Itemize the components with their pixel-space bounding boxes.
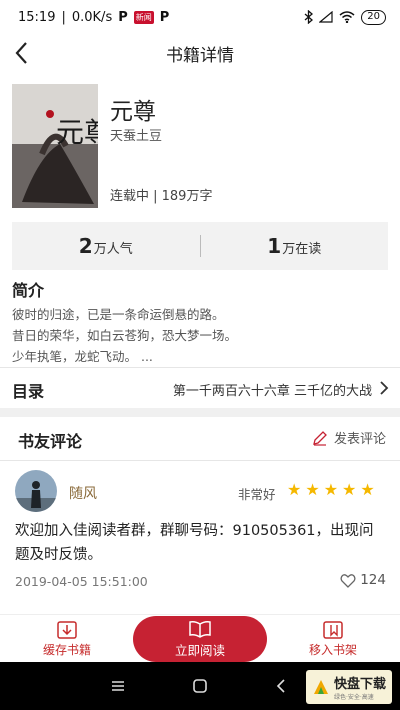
p-app-icon: P [118,9,128,25]
intro-line: 昔日的荣华，如白云苍狗，恐大梦一场。 [12,328,238,343]
signal-off-icon [319,11,333,23]
divider [0,460,400,461]
reading-label: 万在读 [282,242,322,257]
heart-icon [340,573,356,588]
rating-text: 非常好 [238,487,276,502]
watermark-icon [313,680,328,694]
stats-panel: 2万人气 1万在读 [12,222,388,270]
add-to-shelf-button[interactable]: 移入书架 [278,615,388,663]
write-review-button[interactable]: 发表评论 [312,428,386,447]
book-status: 连载中 | 189万字 [110,189,213,204]
top-bar: 书籍详情 [0,34,400,72]
chevron-right-icon [380,381,389,395]
reading-stat: 1万在读 [201,234,389,258]
write-review-label: 发表评论 [333,432,386,447]
cache-book-button[interactable]: 缓存书籍 [12,615,122,663]
watermark-text: 快盘下载 [333,677,386,692]
catalog-label: 目录 [12,382,45,401]
cache-book-label: 缓存书籍 [42,642,91,657]
reading-number: 1 [267,234,282,258]
book-author: 天蚕土豆 [110,129,163,144]
book-info: 元尊 元尊 天蚕土豆 连载中 | 189万字 [12,84,388,210]
read-now-label: 立即阅读 [174,642,225,658]
battery-icon: 20 [361,9,386,25]
star-rating: ★ ★ ★ ★ ★ [287,481,375,499]
home-icon[interactable] [190,676,210,696]
star-icon: ★ [305,480,320,499]
watermark-subtext: 绿色·安全·高速 [333,694,374,701]
menu-icon[interactable] [108,676,128,696]
catalog-row[interactable]: 目录 第一千两百六十六章 三千亿的大战 [0,368,400,408]
p-app-icon-2: P [159,9,170,25]
review-time: 2019-04-05 15:51:00 [15,574,148,589]
intro-heading: 简介 [12,281,45,300]
network-speed: 0.0K/s [71,9,113,25]
add-to-shelf-label: 移入书架 [308,642,357,657]
star-icon: ★ [342,480,357,499]
star-icon: ★ [323,480,339,499]
star-icon: ★ [360,480,375,499]
back-arrow-icon[interactable] [10,39,36,67]
page-title: 书籍详情 [166,45,234,66]
pen-icon [313,430,327,446]
wifi-icon [339,11,355,23]
download-icon [57,620,77,639]
watermark-logo: 快盘下载 绿色·安全·高速 [305,670,392,704]
reviews-heading: 书友评论 [18,432,83,451]
back-icon[interactable] [272,676,292,696]
book-title: 元尊 [110,99,156,125]
clock: 15:19 [18,9,56,25]
popularity-number: 2 [78,234,93,258]
news-app-icon: 新闻 [133,10,154,24]
open-book-icon [189,620,211,638]
latest-chapter: 第一千两百六十六章 三千亿的大战 [172,384,372,399]
book-cover[interactable]: 元尊 [12,84,98,208]
section-gap [0,408,400,417]
bluetooth-icon [304,10,314,24]
popularity-stat: 2万人气 [12,234,200,258]
bookshelf-icon [323,620,343,639]
avatar[interactable] [15,470,57,512]
cover-title: 元尊 [56,116,98,149]
star-icon: ★ [287,480,302,499]
review-username[interactable]: 随风 [69,483,97,503]
intro-line: 少年执笔，龙蛇飞动。 ... [12,349,153,364]
read-now-button[interactable]: 立即阅读 [133,616,267,662]
status-bar: 15:19 | 0.0K/s P 新闻 P 20 [0,0,400,34]
like-count: 124 [360,572,386,588]
intro-line: 彼时的归途，已是一条命运倒悬的路。 [12,307,225,322]
like-button[interactable]: 124 [340,572,386,588]
status-left: 15:19 | 0.0K/s P 新闻 P [18,9,170,25]
popularity-label: 万人气 [93,242,133,257]
status-right: 20 [304,9,386,25]
review-text: 欢迎加入佳阅读者群，群聊号码：910505361，出现问题及时反馈。 [15,523,374,563]
